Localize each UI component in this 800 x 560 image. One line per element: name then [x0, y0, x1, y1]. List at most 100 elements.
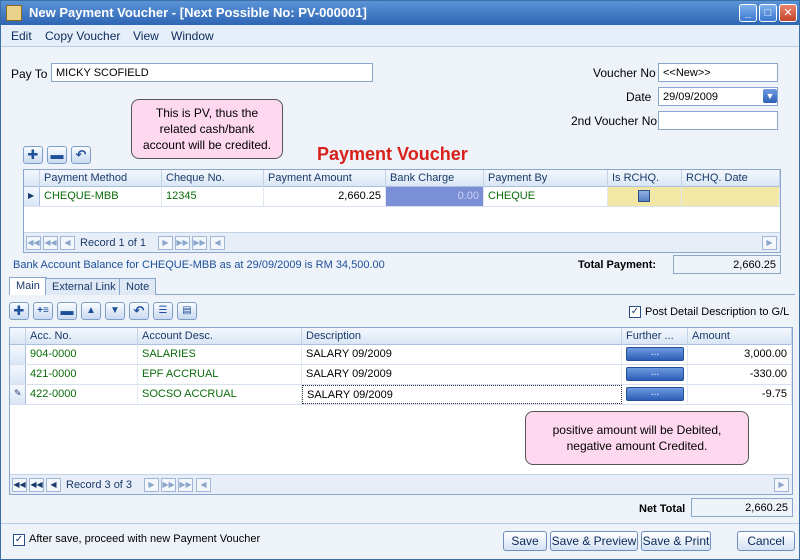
tab-main[interactable]: Main — [9, 277, 47, 295]
scroll-right-icon[interactable]: ▶ — [774, 478, 789, 492]
cell-amount[interactable]: 3,000.00 — [688, 345, 792, 364]
cell-account-desc[interactable]: EPF ACCRUAL — [138, 365, 302, 384]
col-cheque-no[interactable]: Cheque No. — [162, 170, 264, 187]
next-record-icon[interactable]: ▶ — [158, 236, 173, 250]
next-page-icon[interactable]: ▶▶ — [161, 478, 176, 492]
col-payment-method[interactable]: Payment Method — [40, 170, 162, 187]
col-payment-by[interactable]: Payment By — [484, 170, 608, 187]
next-record-icon[interactable]: ▶ — [144, 478, 159, 492]
cell-payment-by[interactable]: CHEQUE — [484, 187, 608, 206]
col-bank-charge[interactable]: Bank Charge — [386, 170, 484, 187]
payment-grid-header: Payment Method Cheque No. Payment Amount… — [24, 170, 780, 187]
table-row[interactable]: 421-0000 EPF ACCRUAL SALARY 09/2009 ... … — [10, 365, 792, 385]
menu-view[interactable]: View — [133, 29, 159, 43]
table-row[interactable]: ▶ CHEQUE-MBB 12345 2,660.25 0.00 CHEQUE — [24, 187, 780, 207]
cell-bank-charge[interactable]: 0.00 — [386, 187, 484, 206]
bottom-divider — [1, 523, 799, 524]
col-rchq-date[interactable]: RCHQ. Date — [682, 170, 780, 187]
record-counter: Record 1 of 1 — [80, 237, 147, 249]
list-view-icon[interactable]: ☰ — [153, 302, 173, 320]
minimize-button[interactable]: _ — [739, 4, 757, 22]
undo-detail-icon[interactable]: ↶ — [129, 302, 149, 320]
save-preview-button[interactable]: Save & Preview — [550, 531, 638, 551]
scroll-left-icon[interactable]: ◀ — [210, 236, 225, 250]
voucher-no-field[interactable]: <<New>> — [658, 63, 778, 82]
tab-external-link[interactable]: External Link — [45, 278, 123, 295]
prev-page-icon[interactable]: ◀◀ — [29, 478, 44, 492]
save-button[interactable]: Save — [503, 531, 547, 551]
payment-grid-navigator: ◀◀ ◀◀ ◀ Record 1 of 1 ▶ ▶▶ ▶▶ ◀ ▶ — [24, 232, 780, 252]
scroll-right-icon[interactable]: ▶ — [762, 236, 777, 250]
date-dropdown-icon[interactable]: ▼ — [763, 89, 777, 103]
prev-record-icon[interactable]: ◀ — [60, 236, 75, 250]
remove-detail-icon[interactable]: ▬ — [57, 302, 77, 320]
scroll-left-icon[interactable]: ◀ — [196, 478, 211, 492]
row-indicator — [10, 345, 26, 364]
table-row[interactable]: ✎ 422-0000 SOCSO ACCRUAL SALARY 09/2009 … — [10, 385, 792, 405]
cell-payment-method[interactable]: CHEQUE-MBB — [40, 187, 162, 206]
amount-callout: positive amount will be Debited, negativ… — [525, 411, 749, 465]
detail-view-icon[interactable]: ▤ — [177, 302, 197, 320]
undo-payment-icon[interactable]: ↶ — [71, 146, 91, 164]
cell-description[interactable]: SALARY 09/2009 — [302, 345, 622, 364]
prev-record-icon[interactable]: ◀ — [46, 478, 61, 492]
cell-acc-no[interactable]: 422-0000 — [26, 385, 138, 404]
maximize-button[interactable]: □ — [759, 4, 777, 22]
cell-description-focused[interactable]: SALARY 09/2009 — [302, 385, 622, 404]
first-record-icon[interactable]: ◀◀ — [26, 236, 41, 250]
cell-acc-no[interactable]: 421-0000 — [26, 365, 138, 384]
col-further[interactable]: Further ... — [622, 328, 688, 345]
cell-payment-amount[interactable]: 2,660.25 — [264, 187, 386, 206]
menu-copy-voucher[interactable]: Copy Voucher — [45, 29, 120, 43]
col-payment-amount[interactable]: Payment Amount — [264, 170, 386, 187]
second-voucher-field[interactable] — [658, 111, 778, 130]
remove-payment-icon[interactable]: ▬ — [47, 146, 67, 164]
cell-rchq-date[interactable] — [682, 187, 780, 206]
further-details-button[interactable]: ... — [626, 367, 684, 381]
close-button[interactable]: ✕ — [779, 4, 797, 22]
cell-amount[interactable]: -330.00 — [688, 365, 792, 384]
cell-further: ... — [622, 385, 688, 404]
cell-is-rchq[interactable] — [608, 187, 682, 206]
after-save-label: After save, proceed with new Payment Vou… — [29, 533, 261, 545]
next-page-icon[interactable]: ▶▶ — [175, 236, 190, 250]
insert-detail-icon[interactable]: +≡ — [33, 302, 53, 320]
pv-callout: This is PV, thus the related cash/bank a… — [131, 99, 283, 159]
rchq-checkbox[interactable] — [638, 190, 650, 202]
after-save-checkbox[interactable]: ✓ — [13, 534, 25, 546]
move-down-icon[interactable]: ▼ — [105, 302, 125, 320]
add-payment-icon[interactable]: ✚ — [23, 146, 43, 164]
table-row[interactable]: 904-0000 SALARIES SALARY 09/2009 ... 3,0… — [10, 345, 792, 365]
cell-account-desc[interactable]: SOCSO ACCRUAL — [138, 385, 302, 404]
cell-account-desc[interactable]: SALARIES — [138, 345, 302, 364]
cell-amount[interactable]: -9.75 — [688, 385, 792, 404]
col-amount[interactable]: Amount — [688, 328, 792, 345]
add-detail-icon[interactable]: ✚ — [9, 302, 29, 320]
pay-to-field[interactable]: MICKY SCOFIELD — [51, 63, 373, 82]
payment-voucher-window: New Payment Voucher - [Next Possible No:… — [0, 0, 800, 560]
record-counter: Record 3 of 3 — [66, 479, 133, 491]
menu-edit[interactable]: Edit — [11, 29, 32, 43]
date-field[interactable]: 29/09/2009 — [658, 87, 778, 106]
tab-note[interactable]: Note — [119, 278, 157, 295]
move-up-icon[interactable]: ▲ — [81, 302, 101, 320]
col-account-desc[interactable]: Account Desc. — [138, 328, 302, 345]
menu-window[interactable]: Window — [171, 29, 214, 43]
cell-acc-no[interactable]: 904-0000 — [26, 345, 138, 364]
col-is-rchq[interactable]: Is RCHQ. — [608, 170, 682, 187]
further-details-button[interactable]: ... — [626, 347, 684, 361]
col-acc-no[interactable]: Acc. No. — [26, 328, 138, 345]
cell-description[interactable]: SALARY 09/2009 — [302, 365, 622, 384]
last-record-icon[interactable]: ▶▶ — [178, 478, 193, 492]
first-record-icon[interactable]: ◀◀ — [12, 478, 27, 492]
header-indicator — [10, 328, 26, 345]
save-print-button[interactable]: Save & Print — [641, 531, 711, 551]
cancel-button[interactable]: Cancel — [737, 531, 795, 551]
cell-cheque-no[interactable]: 12345 — [162, 187, 264, 206]
edit-row-pencil-icon: ✎ — [10, 385, 26, 404]
further-details-button[interactable]: ... — [626, 387, 684, 401]
prev-page-icon[interactable]: ◀◀ — [43, 236, 58, 250]
last-record-icon[interactable]: ▶▶ — [192, 236, 207, 250]
col-description[interactable]: Description — [302, 328, 622, 345]
post-detail-checkbox[interactable]: ✓ — [629, 306, 641, 318]
